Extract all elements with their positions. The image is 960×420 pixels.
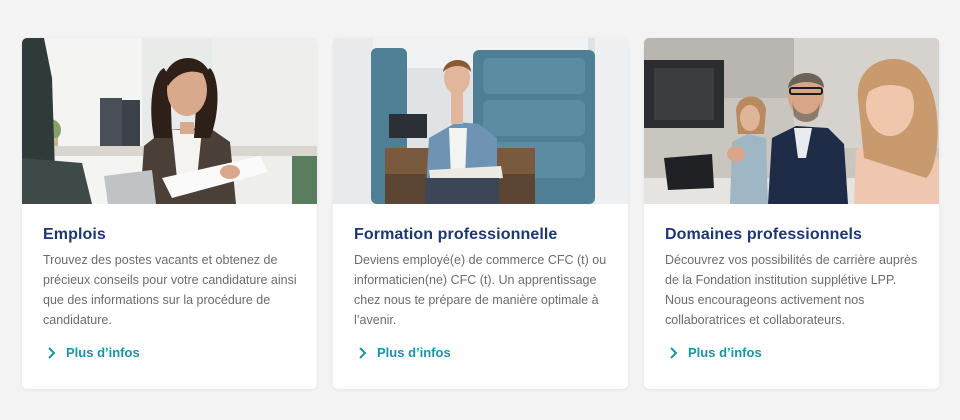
- card-title: Domaines professionnels: [665, 226, 863, 243]
- link-label: Plus d’infos: [377, 345, 451, 360]
- apprentice-young-man-photo[interactable]: [333, 38, 628, 204]
- chevron-right-icon: [359, 346, 367, 359]
- more-info-link[interactable]: Plus d’infos: [47, 345, 140, 360]
- card-description: Trouvez des postes vacants et obtenez de…: [43, 253, 297, 327]
- card-title: Emplois: [43, 226, 106, 243]
- link-label: Plus d’infos: [688, 345, 762, 360]
- card-jobs[interactable]: Emplois Trouvez des postes vacants et ob…: [22, 38, 317, 389]
- chevron-right-icon: [48, 346, 56, 359]
- card-description: Découvrez vos possibilités de carrière a…: [665, 253, 918, 327]
- card-vocational-training[interactable]: Formation professionnelle Deviens employ…: [333, 38, 628, 389]
- more-info-link[interactable]: Plus d’infos: [669, 345, 762, 360]
- more-info-link[interactable]: Plus d’infos: [358, 345, 451, 360]
- card-description: Deviens employé(e) de commerce CFC (t) o…: [354, 253, 607, 327]
- team-meeting-photo[interactable]: [644, 38, 939, 204]
- card-professional-fields[interactable]: Domaines professionnels Découvrez vos po…: [644, 38, 939, 389]
- career-cards: Emplois Trouvez des postes vacants et ob…: [0, 0, 960, 420]
- woman-office-smiling-photo[interactable]: [22, 38, 317, 204]
- link-label: Plus d’infos: [66, 345, 140, 360]
- card-title: Formation professionnelle: [354, 226, 558, 243]
- chevron-right-icon: [670, 346, 678, 359]
